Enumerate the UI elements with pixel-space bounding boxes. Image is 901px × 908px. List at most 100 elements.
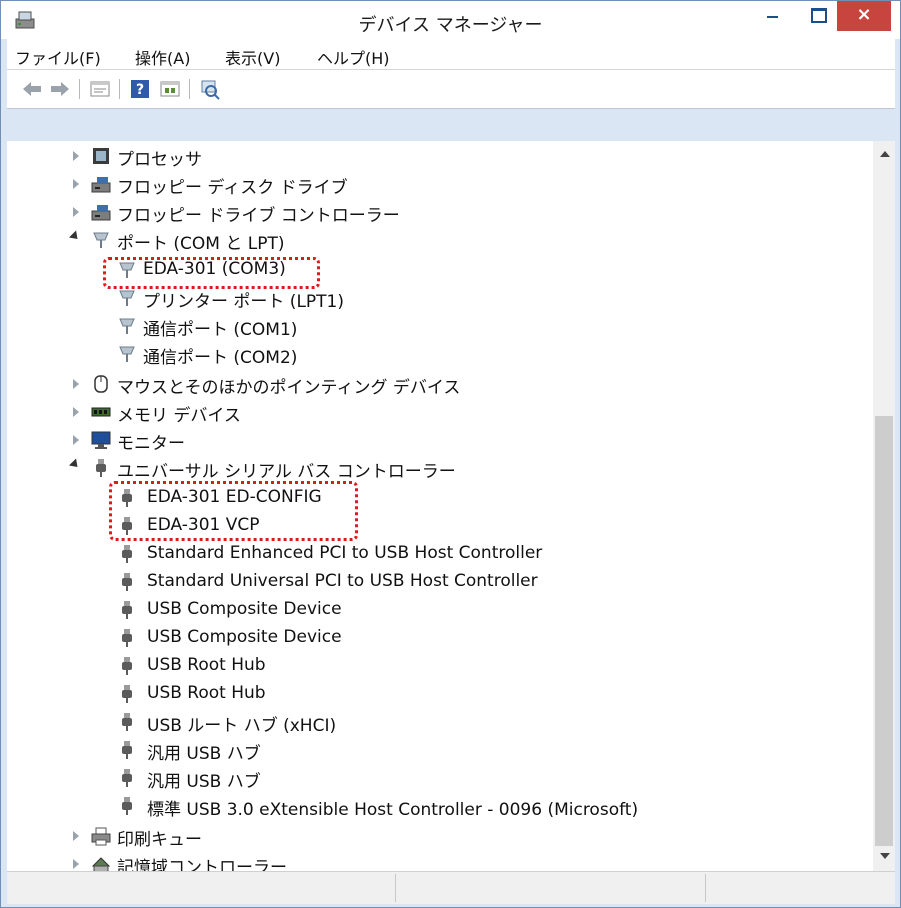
tree-node-usb-controllers[interactable]: ユニバーサル シリアル バス コントローラー [7, 455, 867, 483]
tree-node-usb-device[interactable]: USB Composite Device [7, 625, 867, 653]
port-icon [119, 290, 135, 306]
expand-toggle-icon[interactable] [73, 207, 79, 217]
storage-controller-icon [91, 857, 111, 871]
expand-toggle-icon[interactable] [73, 435, 79, 445]
tree-node-usb-device[interactable]: Standard Enhanced PCI to USB Host Contro… [7, 541, 867, 569]
usb-icon [122, 713, 132, 731]
properties-icon[interactable] [89, 78, 111, 100]
expand-toggle-icon[interactable] [73, 179, 79, 189]
toolbar-separator [189, 79, 190, 99]
tree-node-ports[interactable]: ポート (COM と LPT) [7, 227, 867, 255]
usb-icon [122, 629, 132, 647]
tree-node-label: メモリ デバイス [117, 406, 241, 426]
tree-node-processor[interactable]: プロセッサ [7, 143, 867, 171]
collapse-toggle-icon[interactable] [68, 458, 82, 471]
close-button[interactable]: × [837, 1, 891, 31]
tree-node-floppy-drive[interactable]: フロッピー ディスク ドライブ [7, 171, 867, 199]
tree-node-port-lpt1[interactable]: プリンター ポート (LPT1) [7, 285, 867, 313]
expand-toggle-icon[interactable] [73, 379, 79, 389]
scroll-thumb[interactable] [875, 416, 893, 846]
collapse-toggle-icon[interactable] [68, 230, 82, 243]
device-manager-window: デバイス マネージャー × ファイル(F) 操作(A) 表示(V) ヘルプ(H)… [0, 0, 901, 908]
memory-icon [91, 407, 111, 417]
toolbar-separator [119, 79, 120, 99]
tree-node-mouse[interactable]: マウスとそのほかのポインティング デバイス [7, 371, 867, 399]
tree-node-usb-device[interactable]: USB Root Hub [7, 681, 867, 709]
device-tree: プロセッサ フロッピー ディスク ドライブ フロッピー ドライブ コントローラー… [7, 141, 873, 871]
tree-node-label: 汎用 USB ハブ [147, 744, 261, 764]
status-divider [395, 874, 396, 902]
usb-icon [122, 685, 132, 703]
maximize-button[interactable] [799, 1, 839, 31]
usb-icon [122, 769, 132, 787]
tree-node-memory[interactable]: メモリ デバイス [7, 399, 867, 427]
menu-bar: ファイル(F) 操作(A) 表示(V) ヘルプ(H) [7, 39, 895, 70]
tree-node-usb-device[interactable]: USB Root Hub [7, 653, 867, 681]
tree-node-usb-device[interactable]: 汎用 USB ハブ [7, 765, 867, 793]
usb-icon [122, 797, 132, 815]
menu-help[interactable]: ヘルプ(H) [317, 45, 390, 69]
update-driver-icon[interactable] [159, 78, 181, 100]
tree-node-label: Standard Enhanced PCI to USB Host Contro… [147, 543, 543, 563]
svg-text:?: ? [136, 82, 144, 98]
tree-node-monitor[interactable]: モニター [7, 427, 867, 455]
tree-node-label: ポート (COM と LPT) [117, 234, 285, 254]
expand-toggle-icon[interactable] [73, 859, 79, 869]
tree-node-label: USB Composite Device [147, 627, 342, 647]
vertical-scrollbar[interactable] [873, 141, 895, 871]
toolbar: ? [7, 70, 895, 109]
scan-hardware-icon[interactable] [199, 78, 221, 100]
tree-node-label: 記憶域コントローラー [117, 858, 287, 871]
minimize-button[interactable] [753, 1, 793, 31]
tree-node-label: 通信ポート (COM1) [143, 320, 298, 340]
tree-node-usb-device[interactable]: 標準 USB 3.0 eXtensible Host Controller - … [7, 793, 867, 821]
tree-node-floppy-controller[interactable]: フロッピー ドライブ コントローラー [7, 199, 867, 227]
usb-icon [122, 573, 132, 591]
usb-icon [122, 601, 132, 619]
scroll-up-arrow-icon[interactable] [880, 151, 890, 157]
tree-node-label: フロッピー ドライブ コントローラー [117, 206, 400, 226]
help-icon[interactable]: ? [129, 78, 151, 100]
tree-node-label: 汎用 USB ハブ [147, 772, 261, 792]
tree-node-usb-device[interactable]: USB Composite Device [7, 597, 867, 625]
tree-node-port-com1[interactable]: 通信ポート (COM1) [7, 313, 867, 341]
expand-toggle-icon[interactable] [73, 407, 79, 417]
highlight-box-eda301-usb [109, 481, 358, 541]
processor-icon [93, 148, 109, 164]
status-bar [7, 871, 895, 904]
floppy-controller-icon [91, 205, 111, 221]
tree-node-label: USB ルート ハブ (xHCI) [147, 716, 337, 736]
port-icon [93, 232, 109, 248]
expand-toggle-icon[interactable] [73, 831, 79, 841]
tree-node-label: フロッピー ディスク ドライブ [117, 178, 348, 198]
tree-node-storage[interactable]: 記憶域コントローラー [7, 851, 867, 871]
floppy-drive-icon [91, 177, 111, 193]
monitor-icon [91, 431, 111, 449]
usb-icon [122, 741, 132, 759]
tree-node-label: 通信ポート (COM2) [143, 348, 298, 368]
tree-node-port-com2[interactable]: 通信ポート (COM2) [7, 341, 867, 369]
title-bar[interactable]: デバイス マネージャー × [1, 1, 900, 39]
tree-node-usb-device[interactable]: 汎用 USB ハブ [7, 737, 867, 765]
usb-icon [122, 657, 132, 675]
tree-node-usb-device[interactable]: USB ルート ハブ (xHCI) [7, 709, 867, 737]
tree-node-usb-device[interactable]: Standard Universal PCI to USB Host Contr… [7, 569, 867, 597]
tree-node-label: マウスとそのほかのポインティング デバイス [117, 378, 461, 398]
tree-node-label: モニター [117, 434, 185, 454]
tree-node-label: ユニバーサル シリアル バス コントローラー [117, 462, 456, 482]
usb-icon [122, 545, 132, 563]
scroll-down-arrow-icon[interactable] [880, 853, 890, 859]
mouse-icon [94, 375, 108, 393]
forward-arrow-icon[interactable] [49, 78, 71, 100]
menu-action[interactable]: 操作(A) [135, 45, 190, 69]
tree-node-label: プロセッサ [117, 150, 202, 170]
tree-node-label: USB Composite Device [147, 599, 342, 619]
printer-icon [91, 827, 111, 846]
port-icon [119, 318, 135, 334]
back-arrow-icon[interactable] [21, 78, 43, 100]
tree-node-print-queue[interactable]: 印刷キュー [7, 823, 867, 851]
status-divider [705, 874, 706, 902]
menu-view[interactable]: 表示(V) [225, 45, 280, 69]
menu-file[interactable]: ファイル(F) [15, 45, 101, 69]
expand-toggle-icon[interactable] [73, 151, 79, 161]
